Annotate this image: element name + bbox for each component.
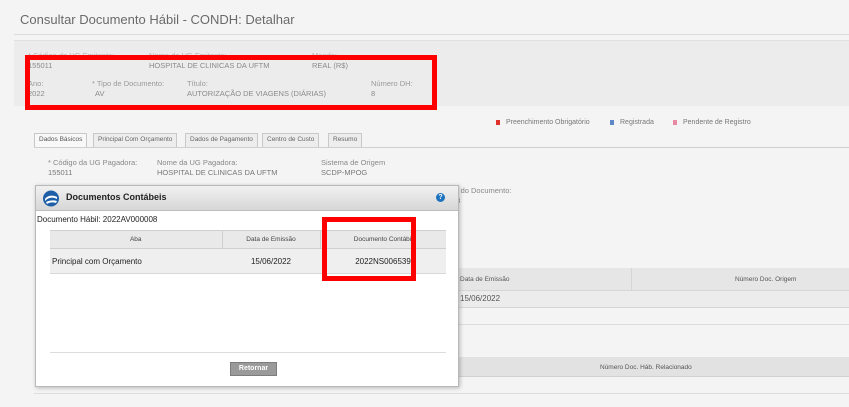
dialog-footer: Retornar <box>50 352 446 380</box>
ug-pagadora-label: * Código da UG Pagadora: <box>48 158 138 167</box>
legend-pendente-label: Pendente de Registro <box>683 119 751 126</box>
documento-contabil-highlight-box <box>322 217 416 281</box>
nome-ug-pagadora-label: Nome da UG Pagadora: <box>157 158 238 167</box>
tab-resumo[interactable]: Resumo <box>328 133 363 147</box>
numero-documento-label: r do Documento: <box>456 186 512 195</box>
cell-data-emissao: 15/06/2022 <box>222 248 320 274</box>
documentos-contabeis-dialog: Documentos Contábeis ? Documento Hábil: … <box>35 185 459 387</box>
tab-bar: Dados Básicos Principal Com Orçamento Da… <box>34 133 849 148</box>
title-divider <box>14 34 849 35</box>
sistema-origem-label: Sistema de Origem <box>321 158 386 167</box>
legend-obrigatorio-label: Preenchimento Obrigatório <box>506 119 590 126</box>
col-numero-doc-relacionado: Número Doc. Háb. Relacionado <box>600 364 692 371</box>
flag-icon <box>610 119 614 125</box>
documento-habil-text: Documento Hábil: 2022AV000008 <box>37 215 158 224</box>
ug-pagadora-value: 155011 <box>48 168 73 177</box>
tab-principal-com-orcamento[interactable]: Principal Com Orçamento <box>93 133 178 147</box>
dialog-title: Documentos Contábeis <box>66 192 167 202</box>
legend-pendente: Pendente de Registro <box>673 119 751 126</box>
tab-dados-basicos[interactable]: Dados Básicos <box>34 133 88 147</box>
col-numero-doc-origem: Número Doc. Origem <box>735 276 797 283</box>
legend-registrada: Registrada <box>610 119 654 126</box>
help-icon[interactable]: ? <box>436 193 445 202</box>
bottom-divider <box>34 393 849 394</box>
dialog-header: Documentos Contábeis ? <box>36 186 458 211</box>
legend-obrigatorio: Preenchimento Obrigatório <box>496 119 590 126</box>
tab-dados-de-pagamento[interactable]: Dados de Pagamento <box>185 133 258 147</box>
system-logo-icon <box>43 190 59 207</box>
data-emissao-cell: 15/06/2022 <box>460 294 501 303</box>
page-title: Consultar Documento Hábil - CONDH: Detal… <box>20 12 295 27</box>
tab-centro-de-custo[interactable]: Centro de Custo <box>262 133 320 147</box>
cell-aba: Principal com Orçamento <box>50 248 222 274</box>
origem-table-row[interactable] <box>459 291 849 308</box>
legend-registrada-label: Registrada <box>620 119 654 126</box>
retornar-button[interactable]: Retornar <box>230 362 277 376</box>
nome-ug-pagadora-value: HOSPITAL DE CLINICAS DA UFTM <box>157 168 278 177</box>
col-aba: Aba <box>50 230 222 249</box>
flag-icon <box>673 119 677 125</box>
flag-icon <box>496 119 500 125</box>
col-data-emissao-dialog: Data de Emissão <box>221 230 320 249</box>
sistema-origem-value: SCDP-MPOG <box>321 168 368 177</box>
col-data-emissao: Data de Emissão <box>460 276 510 283</box>
header-highlight-box <box>25 55 437 110</box>
section-divider <box>459 324 849 325</box>
